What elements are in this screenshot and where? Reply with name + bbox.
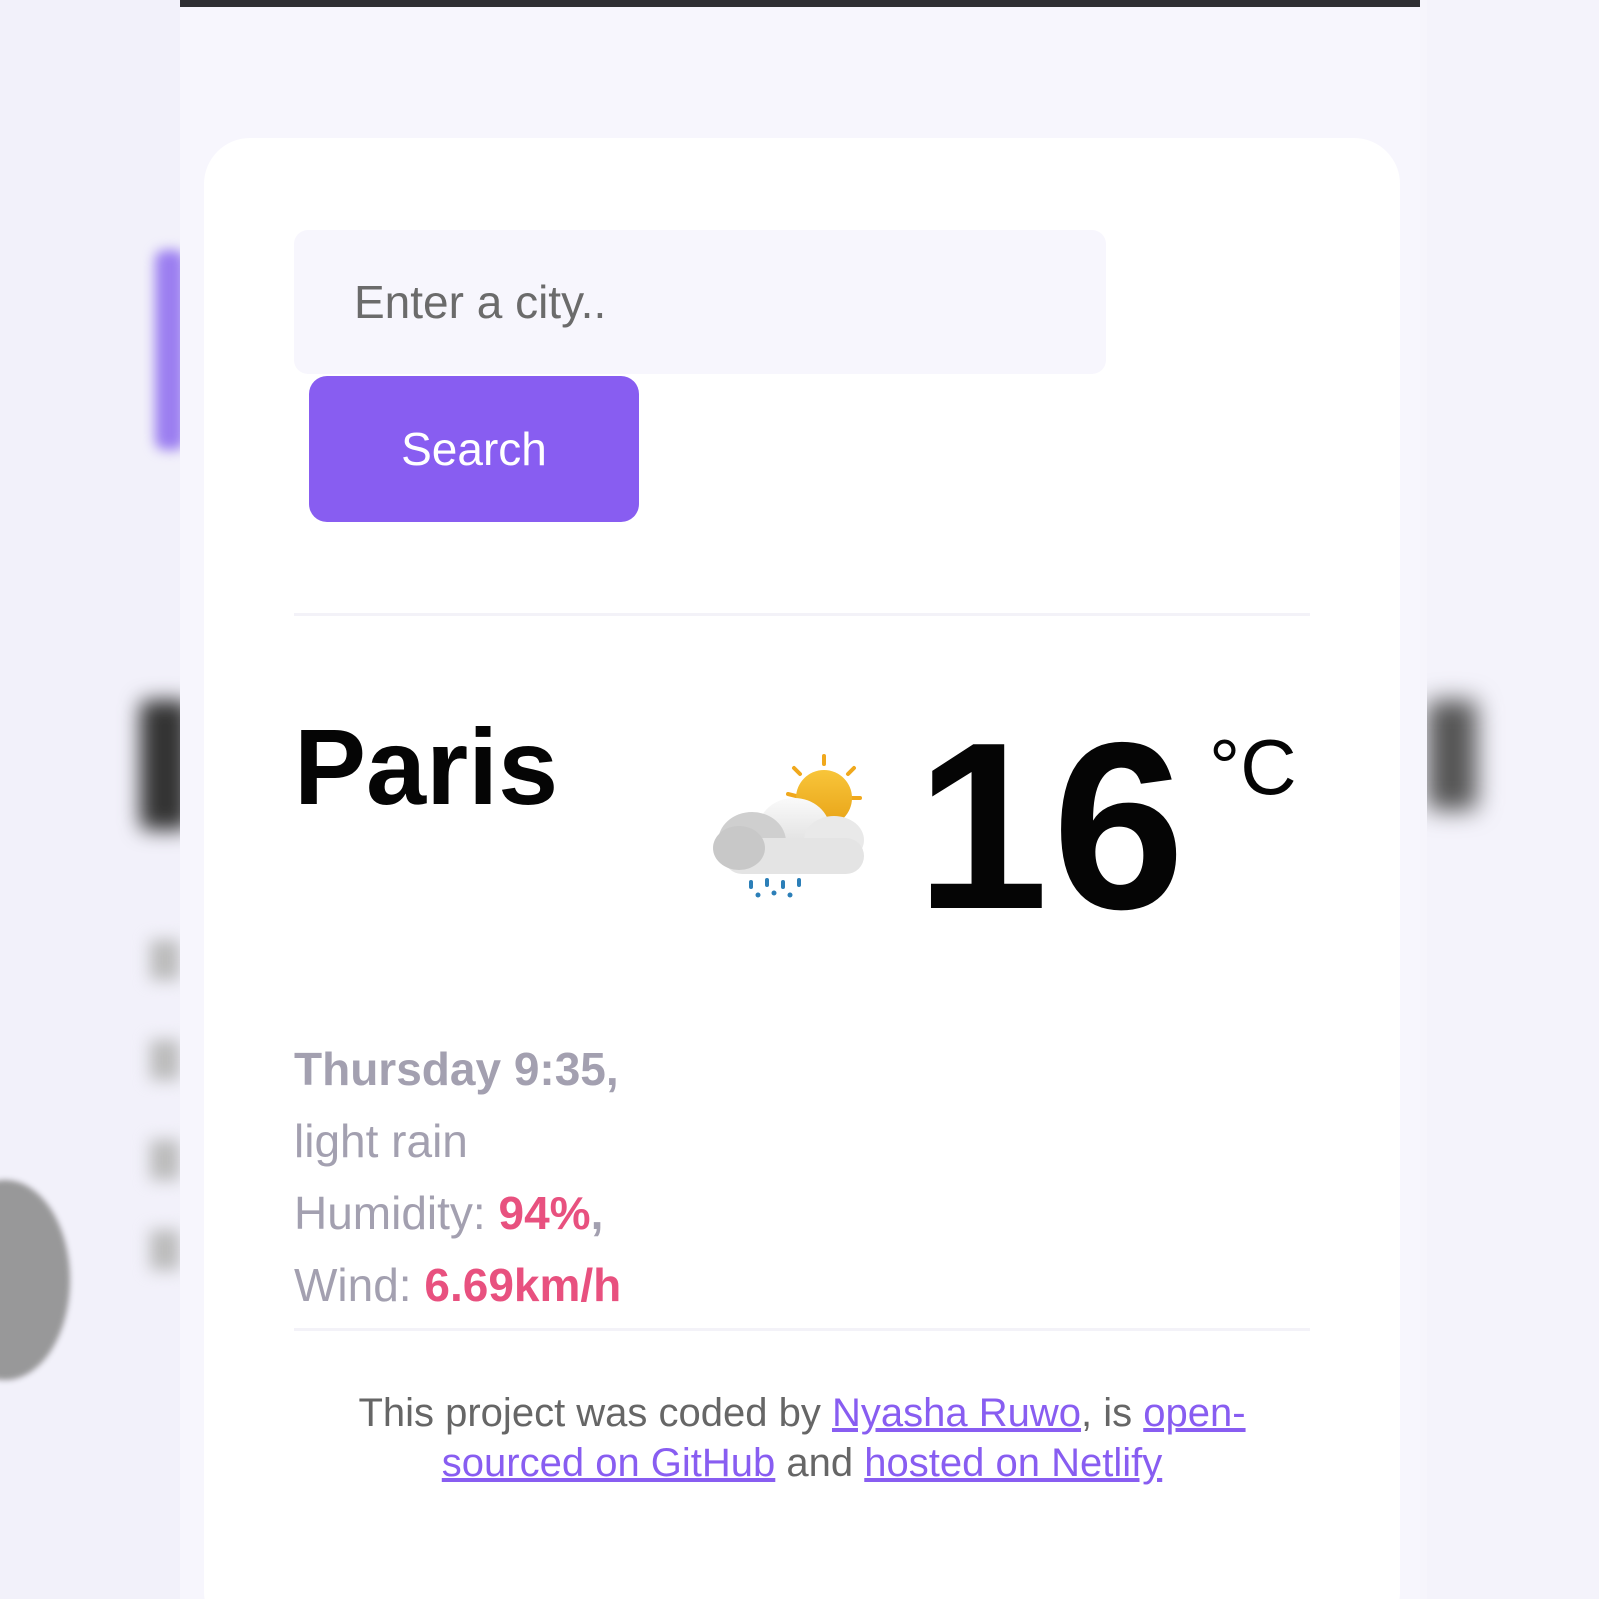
netlify-link[interactable]: hosted on Netlify [864, 1441, 1162, 1485]
temperature-value: 16 [916, 694, 1189, 959]
background-right-blur [1427, 0, 1599, 1599]
divider [294, 1328, 1310, 1331]
city-name: Paris [294, 706, 559, 827]
blurred-shape [155, 250, 180, 450]
blurred-shape [150, 1140, 180, 1180]
footer: This project was coded by Nyasha Ruwo, i… [294, 1388, 1310, 1488]
weather-details: Thursday 9:35, light rain Humidity: 94%,… [294, 1033, 621, 1321]
wind-label: Wind: [294, 1259, 412, 1311]
touch-indicator [0, 1180, 70, 1380]
weather-description: light rain [294, 1105, 621, 1177]
temperature-unit: °C [1209, 723, 1297, 811]
top-bar [180, 0, 1420, 7]
description-text: light rain [294, 1115, 468, 1167]
day-time-text: Thursday 9:35, [294, 1043, 619, 1095]
background-left-blur [0, 0, 180, 1599]
blurred-shape [1427, 700, 1477, 810]
weather-card: Search Paris Thursday 9:35, light rain H… [204, 138, 1400, 1599]
blurred-shape [150, 940, 180, 980]
footer-text: and [775, 1441, 865, 1485]
humidity-value: 94% [498, 1187, 591, 1239]
blurred-shape [150, 1230, 180, 1270]
rain-cloud-sun-icon [694, 750, 864, 900]
author-link[interactable]: Nyasha Ruwo [832, 1391, 1081, 1435]
blurred-shape [140, 700, 180, 830]
wind-value: 6.69km/h [424, 1259, 622, 1311]
blurred-shape [150, 1040, 180, 1080]
footer-text: , is [1081, 1391, 1144, 1435]
humidity-label: Humidity: [294, 1187, 486, 1239]
humidity-suffix: , [590, 1187, 604, 1239]
humidity-row: Humidity: 94%, [294, 1177, 621, 1249]
wind-row: Wind: 6.69km/h [294, 1249, 621, 1321]
search-button[interactable]: Search [309, 376, 639, 522]
day-time: Thursday 9:35, [294, 1033, 621, 1105]
divider [294, 613, 1310, 616]
city-search-input[interactable] [294, 230, 1106, 374]
footer-text: This project was coded by [358, 1391, 832, 1435]
weather-app-page: Search Paris Thursday 9:35, light rain H… [180, 0, 1420, 1599]
